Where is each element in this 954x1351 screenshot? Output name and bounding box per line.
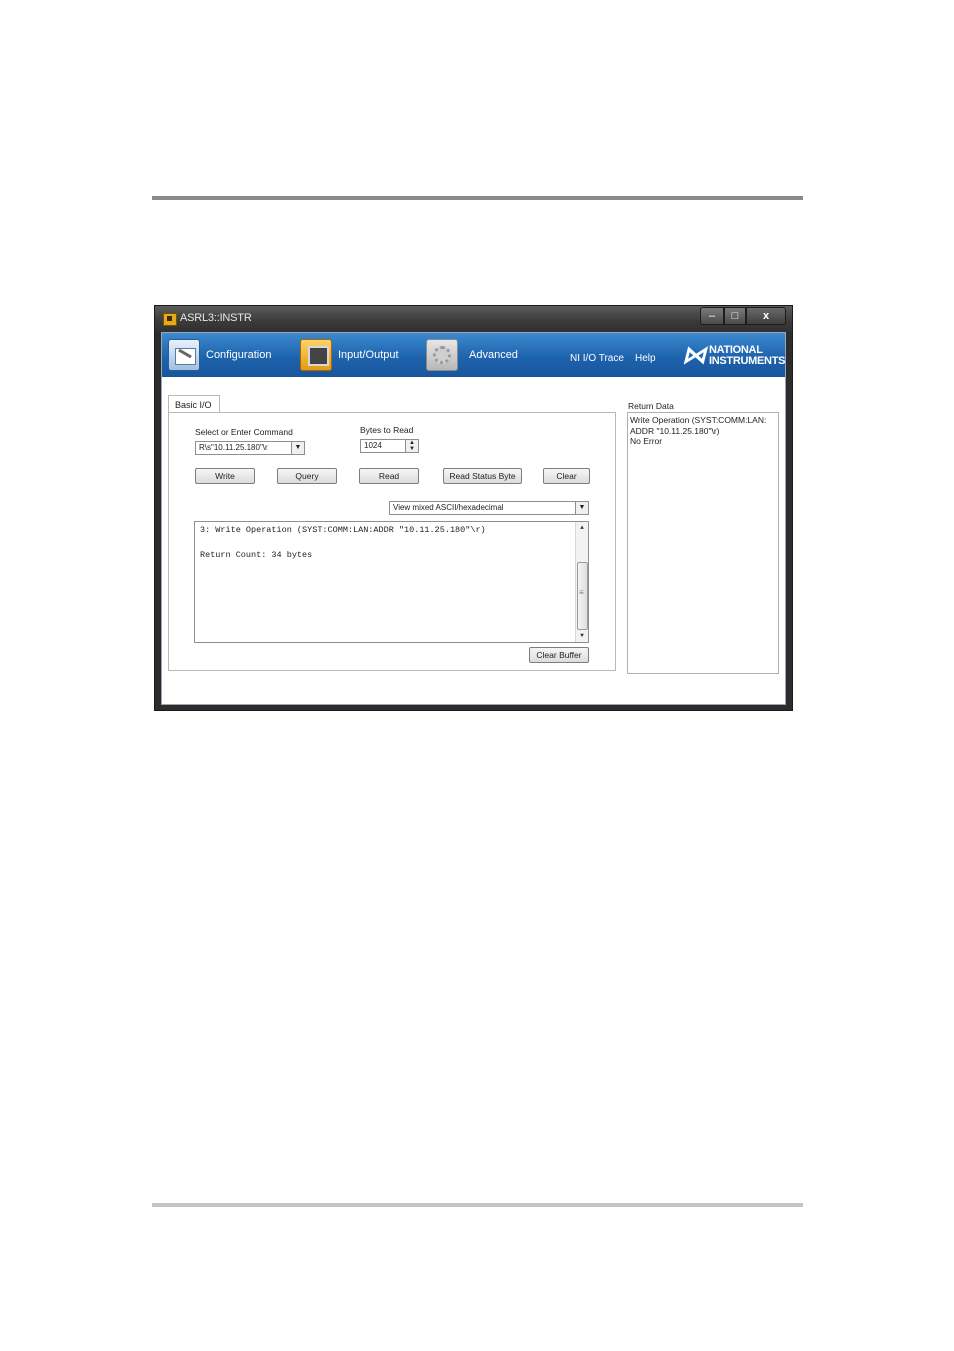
output-buffer[interactable]: 3: Write Operation (SYST:COMM:LAN:ADDR "… xyxy=(194,521,589,643)
scroll-down-icon[interactable]: ▼ xyxy=(576,631,588,641)
configuration-icon xyxy=(168,339,200,371)
top-rule xyxy=(152,196,803,200)
nav-configuration[interactable]: Configuration xyxy=(168,338,271,372)
nav-advanced[interactable]: Advanced xyxy=(426,338,518,372)
nav-configuration-label: Configuration xyxy=(206,349,272,361)
advanced-gear-icon xyxy=(426,339,458,371)
client-area: Configuration Input/Output Advanced NI I… xyxy=(161,332,786,705)
return-data-line: ADDR "10.11.25.180"\r) xyxy=(630,425,720,436)
national-instruments-logo: ⋈ NATIONAL INSTRUMENTS xyxy=(682,343,786,371)
bytes-to-read-value: 1024 xyxy=(364,441,382,450)
return-data-line: No Error xyxy=(630,436,663,446)
nav-input-output-label: Input/Output xyxy=(338,349,399,361)
write-button[interactable]: Write xyxy=(195,468,255,484)
clear-button[interactable]: Clear xyxy=(543,468,590,484)
nav-advanced-label: Advanced xyxy=(469,349,518,361)
bottom-rule xyxy=(152,1203,803,1207)
minimize-button[interactable]: – xyxy=(700,307,724,325)
ni-io-trace-link[interactable]: NI I/O Trace xyxy=(570,353,624,364)
help-link[interactable]: Help xyxy=(635,353,656,364)
view-mode-select[interactable]: View mixed ASCII/hexadecimal ▼ xyxy=(389,501,589,515)
bytes-to-read-label: Bytes to Read xyxy=(360,425,414,435)
ni-eagle-icon: ⋈ xyxy=(682,342,706,369)
return-data-label: Return Data xyxy=(628,401,674,411)
command-value: R\s"10.11.25.180"\r xyxy=(199,443,268,452)
view-mode-value: View mixed ASCII/hexadecimal xyxy=(393,503,504,512)
input-output-icon xyxy=(300,339,332,371)
bytes-to-read-stepper[interactable]: 1024 ▲ ▼ xyxy=(360,439,419,453)
command-combo[interactable]: R\s"10.11.25.180"\r ▼ xyxy=(195,441,305,455)
maximize-button[interactable]: □ xyxy=(724,307,746,325)
tab-basic-io[interactable]: Basic I/O xyxy=(168,395,220,413)
output-line-1: 3: Write Operation (SYST:COMM:LAN:ADDR "… xyxy=(200,525,486,535)
application-window: ASRL3::INSTR – □ x Configuration Input/O… xyxy=(154,305,793,711)
output-scrollbar[interactable]: ▲ ▼ xyxy=(575,522,588,642)
scroll-thumb[interactable] xyxy=(577,562,588,630)
return-data-line: Write Operation (SYST:COMM:LAN: xyxy=(630,415,767,425)
app-icon xyxy=(163,313,177,326)
logo-line-2: INSTRUMENTS xyxy=(709,355,786,367)
window-controls: – □ x xyxy=(700,307,786,325)
output-line-2: Return Count: 34 bytes xyxy=(200,550,313,560)
read-status-byte-button[interactable]: Read Status Byte xyxy=(443,468,522,484)
window-title: ASRL3::INSTR xyxy=(180,312,252,324)
read-button[interactable]: Read xyxy=(359,468,419,484)
chevron-down-icon[interactable]: ▼ xyxy=(291,442,304,454)
clear-buffer-button[interactable]: Clear Buffer xyxy=(529,647,589,663)
navigation-bar: Configuration Input/Output Advanced NI I… xyxy=(162,333,785,377)
return-data-box: Write Operation (SYST:COMM:LAN: ADDR "10… xyxy=(627,412,779,674)
command-label: Select or Enter Command xyxy=(195,427,293,437)
scroll-up-icon[interactable]: ▲ xyxy=(576,523,588,533)
spin-arrows-icon[interactable]: ▲ ▼ xyxy=(405,440,418,452)
title-bar[interactable]: ASRL3::INSTR – □ x xyxy=(155,306,792,332)
chevron-down-icon[interactable]: ▼ xyxy=(575,502,588,514)
query-button[interactable]: Query xyxy=(277,468,337,484)
nav-input-output[interactable]: Input/Output xyxy=(300,338,399,372)
close-button[interactable]: x xyxy=(746,307,786,325)
